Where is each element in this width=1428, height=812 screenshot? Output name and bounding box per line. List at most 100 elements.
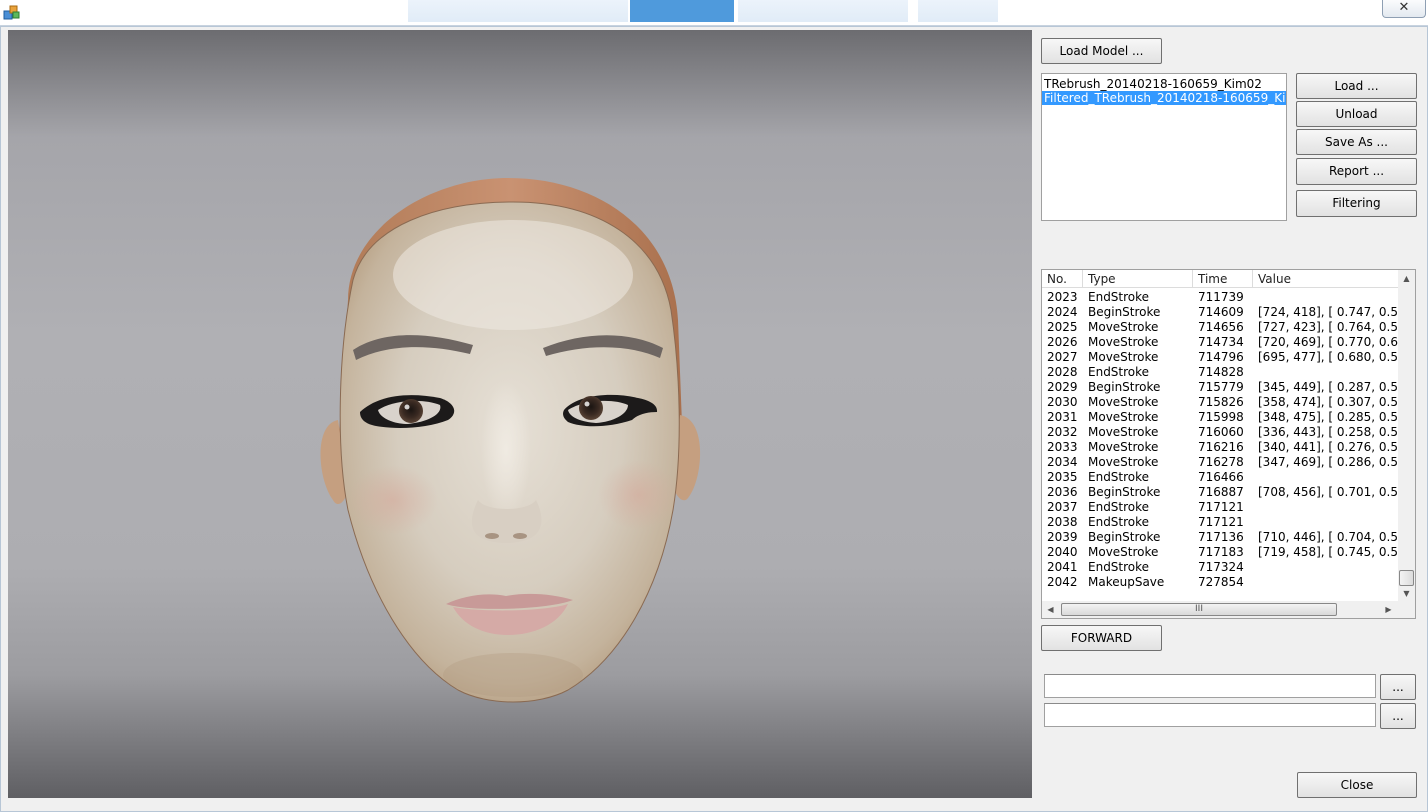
close-label: Close	[1340, 778, 1374, 792]
window-close-button[interactable]: ✕	[1382, 0, 1426, 18]
right-eye-glint	[584, 401, 590, 407]
cell-no: 2038	[1047, 515, 1078, 529]
cell-type: MoveStroke	[1088, 350, 1159, 364]
cell-value: [345, 449], [ 0.287, 0.5	[1258, 380, 1398, 394]
cell-value: [727, 423], [ 0.764, 0.5	[1258, 320, 1398, 334]
load-label: Load ...	[1334, 79, 1379, 93]
cell-value: [710, 446], [ 0.704, 0.5	[1258, 530, 1398, 544]
table-row[interactable]: 2039 BeginStroke 717136 [710, 446], [ 0.704…	[1042, 530, 1400, 545]
forward-button[interactable]: FORWARD	[1041, 625, 1162, 651]
model-list[interactable]: TRebrush_20140218-160659_Kim02 Filtered_…	[1041, 73, 1287, 221]
cell-type: MoveStroke	[1088, 395, 1159, 409]
horizontal-scrollbar[interactable]: ◀ III ▶	[1042, 601, 1415, 618]
cell-no: 2024	[1047, 305, 1078, 319]
table-row[interactable]: 2030 MoveStroke 715826 [358, 474], [ 0.307,…	[1042, 395, 1400, 410]
cell-type: MoveStroke	[1088, 440, 1159, 454]
nose-bridge	[481, 380, 531, 520]
filtering-button[interactable]: Filtering	[1296, 190, 1417, 217]
scroll-left-icon[interactable]: ◀	[1042, 601, 1059, 618]
load-model-button[interactable]: Load Model ...	[1041, 38, 1162, 64]
table-row[interactable]: 2024 BeginStroke 714609 [724, 418], [ 0.747…	[1042, 305, 1400, 320]
vertical-scrollbar[interactable]: ▲ ▼	[1398, 270, 1415, 602]
browse-label: ...	[1392, 680, 1404, 694]
browse-button-1[interactable]: ...	[1380, 674, 1416, 700]
save-as-label: Save As ...	[1325, 135, 1388, 149]
cell-type: EndStroke	[1088, 515, 1150, 529]
table-row[interactable]: 2040 MoveStroke 717183 [719, 458], [ 0.745,…	[1042, 545, 1400, 560]
report-button[interactable]: Report ...	[1296, 158, 1417, 185]
table-row[interactable]: 2031 MoveStroke 715998 [348, 475], [ 0.285,…	[1042, 410, 1400, 425]
scroll-right-icon[interactable]: ▶	[1380, 601, 1397, 618]
path-field-1[interactable]	[1044, 674, 1376, 698]
model-viewport[interactable]	[8, 30, 1032, 798]
cell-no: 2039	[1047, 530, 1078, 544]
save-as-button[interactable]: Save As ...	[1296, 129, 1417, 155]
unload-button[interactable]: Unload	[1296, 101, 1417, 127]
cell-value: [340, 441], [ 0.276, 0.5	[1258, 440, 1398, 454]
column-header-value[interactable]: Value	[1253, 270, 1400, 288]
table-row[interactable]: 2034 MoveStroke 716278 [347, 469], [ 0.286,…	[1042, 455, 1400, 470]
load-button[interactable]: Load ...	[1296, 73, 1417, 99]
model-list-item-selected[interactable]: Filtered_TRebrush_20140218-160659_Kim02	[1042, 91, 1286, 105]
cell-type: MakeupSave	[1088, 575, 1165, 589]
horizontal-scroll-thumb[interactable]: III	[1061, 603, 1337, 616]
table-row[interactable]: 2029 BeginStroke 715779 [345, 449], [ 0.287…	[1042, 380, 1400, 395]
table-row[interactable]: 2032 MoveStroke 716060 [336, 443], [ 0.258,…	[1042, 425, 1400, 440]
cell-value	[1253, 575, 1400, 590]
browse-button-2[interactable]: ...	[1380, 703, 1416, 729]
table-header: No. Type Time Value	[1042, 270, 1400, 288]
cell-value: [724, 418], [ 0.747, 0.5	[1258, 305, 1398, 319]
event-table[interactable]: No. Type Time Value 2023 EndStroke 711739 2…	[1041, 269, 1416, 619]
path-field-2[interactable]	[1044, 703, 1376, 727]
left-nostril	[485, 533, 499, 539]
cell-time: 716466	[1198, 470, 1244, 484]
table-row[interactable]: 2041 EndStroke 717324	[1042, 560, 1400, 575]
cell-no: 2025	[1047, 320, 1078, 334]
table-row[interactable]: 2042 MakeupSave 727854	[1042, 575, 1400, 590]
face-model-render	[320, 178, 701, 703]
column-header-type[interactable]: Type	[1083, 270, 1193, 288]
cell-value	[1253, 470, 1400, 485]
table-row[interactable]: 2033 MoveStroke 716216 [340, 441], [ 0.276,…	[1042, 440, 1400, 455]
model-list-item[interactable]: TRebrush_20140218-160659_Kim02	[1042, 77, 1286, 91]
vertical-scroll-thumb[interactable]	[1399, 570, 1414, 586]
table-row[interactable]: 2027 MoveStroke 714796 [695, 477], [ 0.680,…	[1042, 350, 1400, 365]
cell-type: MoveStroke	[1088, 320, 1159, 334]
cell-no: 2033	[1047, 440, 1078, 454]
table-row[interactable]: 2037 EndStroke 717121	[1042, 500, 1400, 515]
cell-time: 717121	[1198, 500, 1244, 514]
table-row[interactable]: 2023 EndStroke 711739	[1042, 290, 1400, 305]
cell-no: 2028	[1047, 365, 1078, 379]
scroll-down-icon[interactable]: ▼	[1398, 585, 1415, 602]
cell-time: 714734	[1198, 335, 1244, 349]
title-bar: ✕	[0, 0, 1428, 26]
cell-value	[1253, 560, 1400, 575]
table-row[interactable]: 2028 EndStroke 714828	[1042, 365, 1400, 380]
table-row[interactable]: 2036 BeginStroke 716887 [708, 456], [ 0.701…	[1042, 485, 1400, 500]
report-label: Report ...	[1328, 164, 1385, 178]
cell-no: 2027	[1047, 350, 1078, 364]
table-row[interactable]: 2025 MoveStroke 714656 [727, 423], [ 0.764,…	[1042, 320, 1400, 335]
unload-label: Unload	[1335, 107, 1378, 121]
title-blur	[408, 0, 628, 22]
cell-time: 717324	[1198, 560, 1244, 574]
cell-no: 2031	[1047, 410, 1078, 424]
app-icon	[3, 5, 20, 20]
cell-no: 2042	[1047, 575, 1078, 589]
column-header-no[interactable]: No.	[1042, 270, 1083, 288]
cell-type: EndStroke	[1088, 470, 1150, 484]
table-row[interactable]: 2026 MoveStroke 714734 [720, 469], [ 0.770,…	[1042, 335, 1400, 350]
cell-type: EndStroke	[1088, 560, 1150, 574]
table-row[interactable]: 2038 EndStroke 717121	[1042, 515, 1400, 530]
cell-value: [708, 456], [ 0.701, 0.5	[1258, 485, 1398, 499]
close-button[interactable]: Close	[1297, 772, 1417, 798]
left-eye-glint	[404, 404, 410, 410]
title-blur	[630, 0, 734, 22]
close-icon: ✕	[1398, 0, 1410, 15]
cell-type: BeginStroke	[1088, 305, 1161, 319]
table-row[interactable]: 2035 EndStroke 716466	[1042, 470, 1400, 485]
scroll-up-icon[interactable]: ▲	[1398, 270, 1415, 287]
cell-value: [336, 443], [ 0.258, 0.5	[1258, 425, 1398, 439]
cell-type: BeginStroke	[1088, 530, 1161, 544]
column-header-time[interactable]: Time	[1193, 270, 1253, 288]
